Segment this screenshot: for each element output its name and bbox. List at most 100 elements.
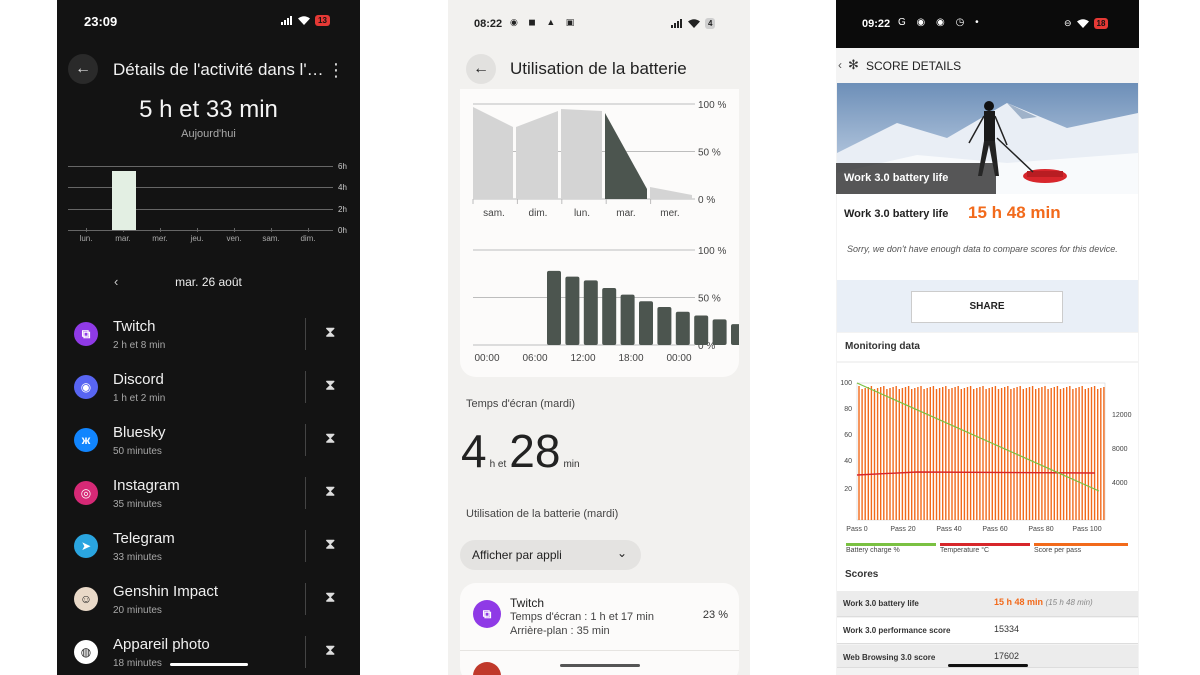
x-tick-label: 12:00 xyxy=(570,353,595,364)
battery-area xyxy=(561,109,602,199)
app-usage-row[interactable]: ж Bluesky 50 minutes ⧗ xyxy=(57,418,360,471)
app-name: Twitch xyxy=(510,596,545,610)
battery-icon: 13 xyxy=(315,15,330,26)
y-tick-label: 0h xyxy=(338,226,347,235)
x-tick-label: ven. xyxy=(226,234,242,243)
app-screen-time: Temps d'écran : 1 h et 17 min xyxy=(510,611,654,623)
app-background-time: Arrière-plan : 35 min xyxy=(510,625,610,637)
home-indicator[interactable] xyxy=(170,663,248,666)
divider xyxy=(305,636,306,668)
app-timer-icon[interactable]: ⧗ xyxy=(325,324,336,341)
score-value-cell: 17602 xyxy=(994,651,1020,661)
app-timer-icon[interactable]: ⧗ xyxy=(325,483,336,500)
view-by-app-dropdown[interactable]: Afficher par appli ⌄ xyxy=(460,540,641,570)
notification-icons: ◉ ◼ ▲ ▣ xyxy=(510,17,579,27)
hero-caption: Work 3.0 battery life xyxy=(844,172,949,184)
battery-icon: 18 xyxy=(1093,18,1109,29)
monitoring-chart: 100 80 60 40 20 12000 8000 4000 Pass 0 Pass 20 Pas… xyxy=(840,380,1132,533)
battery-bar xyxy=(583,280,598,345)
app-timer-icon[interactable]: ⧗ xyxy=(325,430,336,447)
screen-minutes: 28 xyxy=(509,425,561,477)
app-duration: 33 minutes xyxy=(113,552,162,563)
screen-time-label: Temps d'écran (mardi) xyxy=(466,398,576,410)
telegram-icon: ➤ xyxy=(74,534,98,558)
app-duration: 50 minutes xyxy=(113,446,162,457)
phone-screen-battery-usage: 08:22 ◉ ◼ ▲ ▣ 4 ← Utilisation de la batt… xyxy=(448,0,750,675)
total-usage: 5 h et 33 min xyxy=(139,96,278,123)
x-tick-label: 00:00 xyxy=(666,353,691,364)
x-tick-label: mar. xyxy=(616,208,635,219)
battery-bar xyxy=(694,315,709,345)
page-title: SCORE DETAILS xyxy=(866,59,962,73)
app-timer-icon[interactable]: ⧗ xyxy=(325,377,336,394)
legend-temperature-swatch xyxy=(940,543,1030,546)
app-name: Appareil photo xyxy=(113,636,210,653)
share-button[interactable]: SHARE xyxy=(911,291,1063,323)
x-tick-label: Pass 100 xyxy=(1072,526,1101,533)
x-tick-label: Pass 60 xyxy=(982,526,1007,533)
app-duration: 2 h et 8 min xyxy=(113,340,166,351)
battery-area xyxy=(605,113,647,199)
score-name: Web Browsing 3.0 score xyxy=(843,653,936,662)
period-label: Aujourd'hui xyxy=(181,128,236,140)
legend-score: Score per pass xyxy=(1034,547,1082,554)
signal-icon xyxy=(281,16,293,25)
app-usage-row[interactable]: ☺ Genshin Impact 20 minutes ⧗ xyxy=(57,577,360,630)
y-tick-label: 20 xyxy=(844,486,852,493)
signal-icon xyxy=(671,19,683,28)
arrow-left-icon: ← xyxy=(75,60,91,77)
app-duration: 20 minutes xyxy=(113,605,162,616)
status-time: 23:09 xyxy=(84,14,118,29)
x-tick-label: sam. xyxy=(483,208,505,219)
x-tick-label: 06:00 xyxy=(522,353,547,364)
home-indicator[interactable] xyxy=(560,664,640,667)
monitoring-header: Monitoring data xyxy=(837,333,1138,361)
share-button-label: SHARE xyxy=(969,301,1005,312)
legend-battery: Battery charge % xyxy=(846,547,900,554)
screen-time-value: 4h et28 min xyxy=(461,424,583,478)
app-usage-row[interactable]: ➤ Telegram 33 minutes ⧗ xyxy=(57,524,360,577)
page-title: Utilisation de la batterie xyxy=(510,59,687,78)
y-tick-label: 80 xyxy=(844,406,852,413)
page-title: Détails de l'activité dans l'a... xyxy=(113,60,325,79)
app-duration: 35 minutes xyxy=(113,499,162,510)
home-indicator[interactable] xyxy=(948,664,1028,667)
divider xyxy=(305,371,306,403)
score-label: Work 3.0 battery life xyxy=(844,208,949,220)
plot-area xyxy=(856,382,1106,521)
gridline xyxy=(68,230,333,231)
status-icons: ⊖ 18 xyxy=(1064,18,1109,29)
score-value-cell: 15334 xyxy=(994,624,1020,634)
app-timer-icon[interactable]: ⧗ xyxy=(325,536,336,553)
back-button[interactable]: ← xyxy=(466,54,496,84)
app-name: Bluesky xyxy=(113,424,166,441)
app-usage-row[interactable]: ◎ Instagram 35 minutes ⧗ xyxy=(57,471,360,524)
status-time: 08:22 xyxy=(474,18,503,30)
back-chevron-icon[interactable]: ‹ xyxy=(838,58,842,72)
battery-area xyxy=(473,107,513,199)
back-button[interactable]: ← xyxy=(68,54,98,84)
wifi-icon xyxy=(688,19,700,28)
hourly-battery-chart: 100 %50 %0 %00:00 06:00 12:00 18:00 00:00 xyxy=(473,246,739,364)
y-right-tick-label: 12000 xyxy=(1112,412,1132,419)
status-bar: 09:22 G ◉ ◉ ◷ • ⊖ 18 xyxy=(836,0,1139,48)
app-timer-icon[interactable]: ⧗ xyxy=(325,642,336,659)
app-usage-row[interactable]: ⧉ Twitch 2 h et 8 min ⧗ xyxy=(57,312,360,365)
chevron-down-icon: ⌄ xyxy=(616,546,627,560)
app-usage-row[interactable]: ◍ Appareil photo 18 minutes ⧗ xyxy=(57,630,360,675)
x-tick xyxy=(86,228,87,232)
scores-header: Scores xyxy=(837,559,1138,591)
y-tick-label: 100 % xyxy=(698,246,726,257)
phone-screen-3dmark-score: 09:22 G ◉ ◉ ◷ • ⊖ 18 ‹ ✻ SCORE DETAILS W… xyxy=(836,0,1139,675)
divider xyxy=(305,424,306,456)
x-tick xyxy=(308,228,309,232)
more-options-icon[interactable]: ⋮ xyxy=(327,60,345,81)
app-timer-icon[interactable]: ⧗ xyxy=(325,589,336,606)
y-tick-label: 40 xyxy=(844,458,852,465)
app-battery-percent: 23 % xyxy=(702,609,728,621)
dropdown-label: Afficher par appli xyxy=(472,548,562,562)
usage-bar[interactable] xyxy=(112,170,136,230)
app-battery-card[interactable]: ⧉ Twitch Temps d'écran : 1 h et 17 min A… xyxy=(460,583,739,675)
app-usage-row[interactable]: ◉ Discord 1 h et 2 min ⧗ xyxy=(57,365,360,418)
genshin-icon: ☺ xyxy=(74,587,98,611)
